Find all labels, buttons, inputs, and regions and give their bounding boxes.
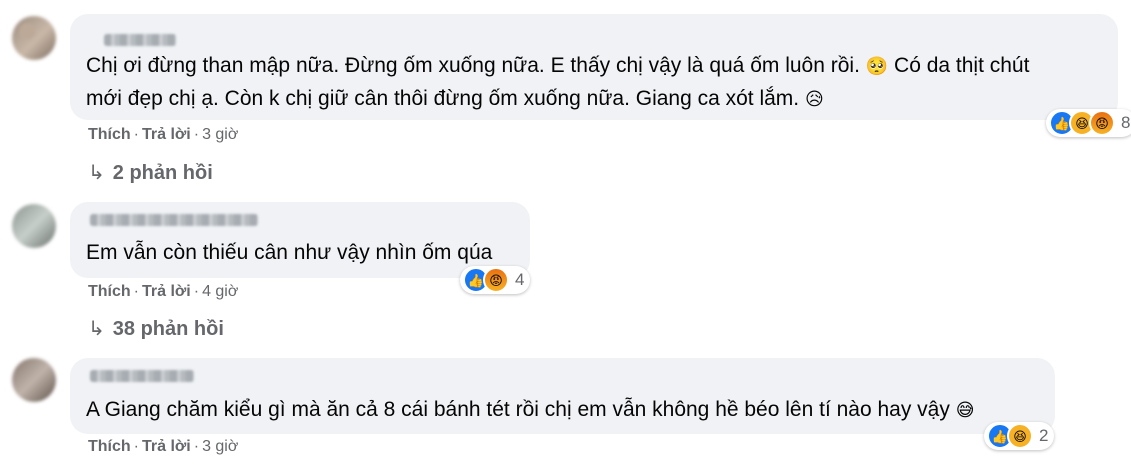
timestamp[interactable]: 4 giờ: [202, 283, 238, 300]
timestamp[interactable]: 3 giờ: [202, 438, 238, 455]
author-name-blurred[interactable]: [104, 34, 176, 46]
comment-actions: Thích · Trả lời · 4 giờ: [88, 283, 239, 300]
comment-text-line-1: Chị ơi đừng than mập nữa. Đừng ốm xuống …: [86, 54, 860, 77]
avatar[interactable]: [12, 204, 56, 248]
comment-text-line-1: A Giang chăm kiểu gì mà ăn cả 8 cái bánh…: [86, 398, 950, 421]
haha-reaction-icon: 😆: [1007, 423, 1033, 449]
replies-count-label: 38 phản hồi: [112, 318, 224, 340]
comment-text-line-2: mới đẹp chị ạ. Còn k chị giữ cân thôi đừ…: [86, 87, 800, 110]
author-name-blurred[interactable]: [90, 370, 194, 382]
reaction-summary[interactable]: 👍 😆 2: [984, 422, 1055, 450]
sad-relieved-face-emoji-icon: 😥: [804, 89, 824, 110]
reaction-count: 8: [1121, 113, 1131, 132]
comment-text: mới đẹp chị ạ. Còn k chị giữ cân thôi đừ…: [86, 82, 824, 116]
comment-actions: Thích · Trả lời · 3 giờ: [88, 438, 239, 455]
reply-arrow-icon: ↳: [88, 162, 105, 184]
avatar[interactable]: [12, 358, 56, 402]
angry-reaction-icon: 😡: [1089, 110, 1115, 136]
author-name-blurred[interactable]: [90, 214, 258, 226]
comment-actions: Thích · Trả lời · 3 giờ: [88, 126, 239, 143]
comment-text: Em vẫn còn thiếu cân như vậy nhìn ốm qúa: [86, 236, 492, 269]
reaction-count: 4: [515, 270, 525, 289]
comment-text: Chị ơi đừng than mập nữa. Đừng ốm xuống …: [86, 49, 1029, 83]
pleading-face-emoji-icon: 🥺: [865, 56, 889, 77]
grinning-sweat-emoji-icon: 😅: [955, 400, 975, 421]
replies-count-label: 2 phản hồi: [112, 162, 213, 184]
like-button[interactable]: Thích: [88, 283, 131, 300]
reply-button[interactable]: Trả lời: [142, 283, 191, 300]
reaction-summary[interactable]: 👍 😡 4: [460, 266, 531, 294]
reply-button[interactable]: Trả lời: [142, 438, 191, 455]
reaction-summary[interactable]: 👍 😆 😡 8: [1046, 109, 1131, 137]
view-replies-link[interactable]: ↳ 38 phản hồi: [88, 316, 224, 341]
reply-button[interactable]: Trả lời: [142, 126, 191, 143]
comment-text-line-1: Em vẫn còn thiếu cân như vậy nhìn ốm qúa: [86, 241, 493, 264]
reaction-count: 2: [1039, 426, 1049, 445]
like-button[interactable]: Thích: [88, 126, 131, 143]
angry-reaction-icon: 😡: [483, 267, 509, 293]
avatar[interactable]: [12, 16, 56, 60]
comment-text-line-1-tail: Có da thịt chút: [894, 54, 1030, 77]
timestamp[interactable]: 3 giờ: [202, 126, 238, 143]
like-button[interactable]: Thích: [88, 438, 131, 455]
reply-arrow-icon: ↳: [88, 318, 105, 340]
comment-text: A Giang chăm kiểu gì mà ăn cả 8 cái bánh…: [86, 393, 974, 427]
view-replies-link[interactable]: ↳ 2 phản hồi: [88, 160, 213, 185]
